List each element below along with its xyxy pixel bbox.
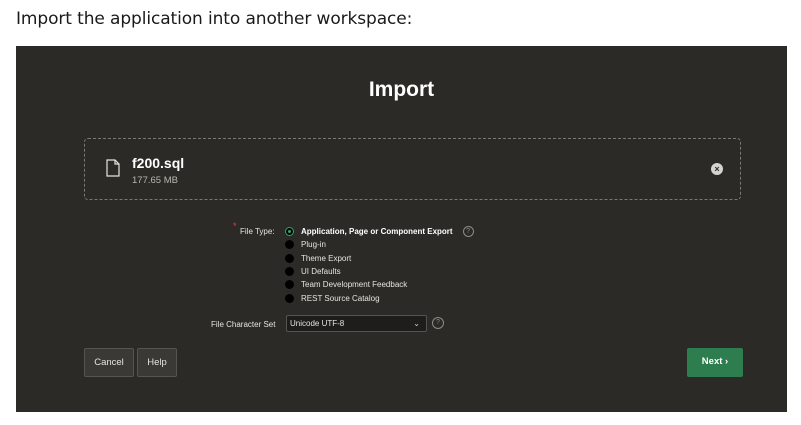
radio-option-theme-export[interactable]: Theme Export (285, 252, 474, 265)
remove-file-button[interactable]: × (711, 163, 723, 175)
dialog-title: Import (368, 78, 435, 101)
import-dialog: Import f200.sql 177.65 MB × * File Type:… (16, 46, 787, 412)
radio-icon (285, 240, 294, 250)
radio-label: Application, Page or Component Export (301, 227, 453, 237)
radio-label: REST Source Catalog (301, 293, 380, 303)
radio-icon (285, 280, 294, 290)
required-marker: * (233, 221, 237, 231)
cancel-button[interactable]: Cancel (84, 348, 134, 377)
file-name: f200.sql (132, 155, 185, 171)
radio-label: Plug-in (301, 240, 326, 250)
radio-option-application-export[interactable]: Application, Page or Component Export ? (285, 225, 474, 238)
next-button[interactable]: Next › (687, 348, 743, 377)
radio-label: UI Defaults (301, 267, 341, 277)
help-button[interactable]: Help (137, 348, 177, 377)
chevron-right-icon: › (725, 356, 729, 367)
radio-option-rest-source-catalog[interactable]: REST Source Catalog (285, 291, 474, 304)
file-dropzone[interactable]: f200.sql 177.65 MB × (84, 138, 741, 200)
radio-selected-icon (285, 227, 294, 237)
charset-value: Unicode UTF-8 (290, 319, 345, 328)
instruction-text: Import the application into another work… (16, 9, 413, 29)
next-button-label: Next (701, 356, 723, 367)
radio-icon (285, 253, 294, 263)
file-size: 177.65 MB (132, 175, 178, 186)
radio-label: Team Development Feedback (301, 280, 408, 290)
file-type-radio-group: Application, Page or Component Export ? … (285, 225, 474, 305)
help-icon[interactable]: ? (462, 226, 474, 238)
radio-option-ui-defaults[interactable]: UI Defaults (285, 265, 474, 278)
radio-icon (285, 293, 294, 303)
file-type-label: File Type: (240, 227, 275, 236)
file-icon (106, 159, 120, 177)
charset-label: File Character Set (211, 320, 276, 329)
radio-option-plug-in[interactable]: Plug-in (285, 238, 474, 251)
charset-select[interactable]: Unicode UTF-8 ⌄ (286, 315, 427, 332)
chevron-down-icon: ⌄ (413, 319, 420, 328)
help-icon[interactable]: ? (432, 317, 444, 329)
radio-label: Theme Export (301, 253, 352, 263)
radio-icon (285, 267, 294, 277)
radio-option-team-development-feedback[interactable]: Team Development Feedback (285, 278, 474, 291)
